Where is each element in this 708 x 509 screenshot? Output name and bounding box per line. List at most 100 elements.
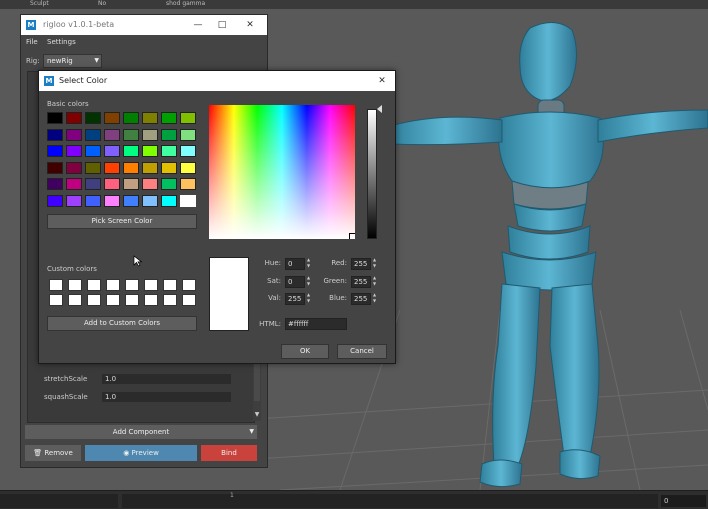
basic-color-swatch[interactable] (180, 178, 196, 190)
rig-select[interactable]: newRig ▼ (43, 54, 102, 68)
blue-spin-icon[interactable]: ▲ ▼ (371, 292, 378, 304)
basic-color-swatch[interactable] (123, 128, 139, 141)
menu-file[interactable]: File (26, 38, 38, 46)
luminance-slider[interactable] (367, 109, 377, 239)
val-input[interactable]: 255 (285, 293, 305, 305)
ok-button[interactable]: OK (281, 344, 329, 359)
basic-color-swatch[interactable] (161, 128, 177, 141)
basic-color-swatch[interactable] (66, 178, 82, 190)
basic-color-swatch[interactable] (180, 145, 196, 157)
preview-button[interactable]: ◉ Preview (85, 445, 197, 461)
basic-color-swatch[interactable] (104, 194, 120, 207)
character-model[interactable] (390, 16, 708, 490)
basic-color-swatch[interactable] (161, 194, 177, 207)
maximize-icon[interactable]: □ (215, 18, 229, 32)
remove-button[interactable]: 🗑 Remove (25, 445, 81, 461)
custom-color-slot[interactable] (49, 294, 63, 306)
squash-scale-field[interactable]: 1.0 (102, 392, 231, 402)
red-input[interactable]: 255 (351, 258, 371, 270)
basic-color-swatch[interactable] (85, 194, 101, 207)
stretch-scale-field[interactable]: 1.0 (102, 374, 231, 384)
basic-color-swatch[interactable] (123, 194, 139, 207)
basic-color-swatch[interactable] (47, 178, 63, 190)
val-spin-icon[interactable]: ▲ ▼ (305, 292, 312, 304)
basic-color-swatch[interactable] (142, 145, 158, 157)
html-color-input[interactable]: #ffffff (285, 318, 347, 330)
custom-color-slot[interactable] (125, 294, 139, 306)
rigloo-titlebar[interactable]: M rigloo v1.0.1-beta — □ ✕ (21, 15, 267, 35)
basic-color-swatch[interactable] (161, 145, 177, 157)
dialog-titlebar[interactable]: M Select Color ✕ (39, 71, 395, 91)
basic-color-swatch[interactable] (66, 161, 82, 174)
custom-color-slot[interactable] (87, 279, 101, 291)
custom-color-slot[interactable] (125, 279, 139, 291)
basic-color-swatch[interactable] (142, 178, 158, 190)
timeline[interactable]: 1 0 (0, 490, 708, 509)
shelf-item[interactable]: No (98, 0, 106, 8)
time-slider[interactable] (122, 494, 658, 508)
sat-input[interactable]: 0 (285, 276, 305, 288)
green-input[interactable]: 255 (351, 276, 371, 288)
menu-settings[interactable]: Settings (47, 38, 76, 46)
custom-color-slot[interactable] (87, 294, 101, 306)
bind-button[interactable]: Bind (201, 445, 257, 461)
basic-color-swatch[interactable] (66, 112, 82, 124)
cancel-button[interactable]: Cancel (337, 344, 387, 359)
custom-color-slot[interactable] (106, 294, 120, 306)
basic-color-swatch[interactable] (47, 112, 63, 124)
basic-color-swatch[interactable] (104, 145, 120, 157)
basic-color-swatch[interactable] (85, 145, 101, 157)
spectrum-crosshair[interactable] (349, 233, 355, 239)
custom-color-slot[interactable] (144, 294, 158, 306)
green-spin-icon[interactable]: ▲ ▼ (371, 275, 378, 287)
basic-color-swatch[interactable] (104, 178, 120, 190)
hue-spin-icon[interactable]: ▲ ▼ (305, 257, 312, 269)
red-spin-icon[interactable]: ▲ ▼ (371, 257, 378, 269)
minimize-icon[interactable]: — (191, 18, 205, 32)
basic-color-swatch[interactable] (85, 112, 101, 124)
basic-color-swatch[interactable] (142, 194, 158, 207)
custom-color-slot[interactable] (182, 294, 196, 306)
basic-color-swatch[interactable] (66, 194, 82, 207)
basic-color-swatch[interactable] (104, 112, 120, 124)
basic-color-swatch[interactable] (85, 178, 101, 190)
basic-color-swatch[interactable] (161, 112, 177, 124)
basic-color-swatch[interactable] (123, 145, 139, 157)
custom-color-slot[interactable] (49, 279, 63, 291)
basic-color-swatch[interactable] (161, 161, 177, 174)
basic-color-swatch[interactable] (66, 128, 82, 141)
basic-color-swatch[interactable] (180, 194, 196, 207)
color-spectrum[interactable] (209, 105, 355, 239)
custom-color-slot[interactable] (68, 279, 82, 291)
scroll-down-icon[interactable]: ▼ (253, 411, 261, 421)
basic-color-swatch[interactable] (47, 128, 63, 141)
basic-color-swatch[interactable] (180, 161, 196, 174)
basic-color-swatch[interactable] (104, 128, 120, 141)
add-component-button[interactable]: Add Component ▼ (25, 425, 257, 439)
basic-color-swatch[interactable] (123, 178, 139, 190)
basic-color-swatch[interactable] (142, 112, 158, 124)
shelf-item[interactable]: shod gamma (166, 0, 205, 8)
basic-color-swatch[interactable] (104, 161, 120, 174)
close-icon[interactable]: ✕ (243, 18, 257, 32)
hue-input[interactable]: 0 (285, 258, 305, 270)
basic-color-swatch[interactable] (47, 161, 63, 174)
basic-color-swatch[interactable] (123, 161, 139, 174)
custom-color-slot[interactable] (144, 279, 158, 291)
custom-color-slot[interactable] (106, 279, 120, 291)
basic-color-swatch[interactable] (85, 128, 101, 141)
basic-color-swatch[interactable] (142, 128, 158, 141)
basic-color-swatch[interactable] (47, 145, 63, 157)
basic-color-swatch[interactable] (161, 178, 177, 190)
custom-color-slot[interactable] (182, 279, 196, 291)
shelf-item[interactable]: Sculpt (30, 0, 49, 8)
sat-spin-icon[interactable]: ▲ ▼ (305, 275, 312, 287)
basic-color-swatch[interactable] (142, 161, 158, 174)
custom-color-slot[interactable] (163, 294, 177, 306)
basic-color-swatch[interactable] (47, 194, 63, 207)
blue-input[interactable]: 255 (351, 293, 371, 305)
add-to-custom-colors-button[interactable]: Add to Custom Colors (47, 316, 197, 331)
close-icon[interactable]: ✕ (375, 74, 389, 88)
basic-color-swatch[interactable] (123, 112, 139, 124)
custom-color-slot[interactable] (163, 279, 177, 291)
